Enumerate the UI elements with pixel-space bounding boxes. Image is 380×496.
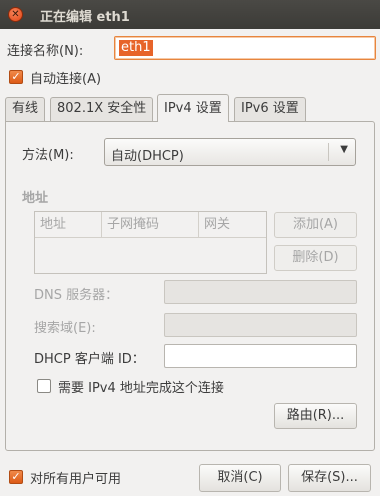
method-value: 自动(DHCP) [111,149,184,164]
column-netmask: 子网掩码 [102,212,199,237]
save-button[interactable]: 保存(S)... [288,464,371,492]
address-section-title: 地址 [22,191,49,206]
auto-connect-checkbox[interactable]: ✓ [9,70,23,84]
search-domains-label: 搜索域(E): [34,321,96,336]
method-label: 方法(M): [22,148,74,163]
method-select[interactable]: 自动(DHCP) ▼ [104,138,356,166]
search-domains-input[interactable] [164,313,357,337]
tab-8021x-security[interactable]: 802.1X 安全性 [50,97,154,121]
available-all-users-label: 对所有用户可用 [30,472,122,487]
title-bar: ✕ 正在编辑 eth1 [0,0,380,29]
dns-servers-label: DNS 服务器： [34,288,119,303]
add-address-button[interactable]: 添加(A) [274,212,357,238]
auto-connect-label: 自动连接(A) [30,72,102,87]
connection-name-value: eth1 [119,40,153,56]
address-table: 地址 子网掩码 网关 [34,211,267,274]
column-gateway: 网关 [204,217,231,232]
close-icon[interactable]: ✕ [8,7,23,22]
tab-wired[interactable]: 有线 [5,97,46,121]
dhcp-client-id-input[interactable] [164,344,357,368]
dhcp-client-id-label: DHCP 客户端 ID： [34,352,145,367]
address-table-header: 地址 子网掩码 网关 [35,212,266,238]
chevron-down-icon: ▼ [340,144,348,155]
available-all-users-checkbox[interactable]: ✓ [9,470,23,484]
cancel-button[interactable]: 取消(C) [199,464,281,492]
require-ipv4-label: 需要 IPv4 地址完成这个连接 [58,381,224,396]
dns-servers-input[interactable] [164,280,357,304]
require-ipv4-checkbox[interactable] [37,379,51,393]
tab-ipv6-settings[interactable]: IPv6 设置 [234,97,306,121]
routes-button[interactable]: 路由(R)... [274,403,357,429]
tab-ipv4-settings[interactable]: IPv4 设置 [157,94,229,122]
connection-name-input[interactable]: eth1 [114,36,376,60]
connection-name-label: 连接名称(N): [7,44,84,59]
window-title: 正在编辑 eth1 [40,10,130,25]
combo-separator [328,143,329,161]
delete-address-button[interactable]: 删除(D) [274,245,357,271]
column-address: 地址 [35,212,102,237]
